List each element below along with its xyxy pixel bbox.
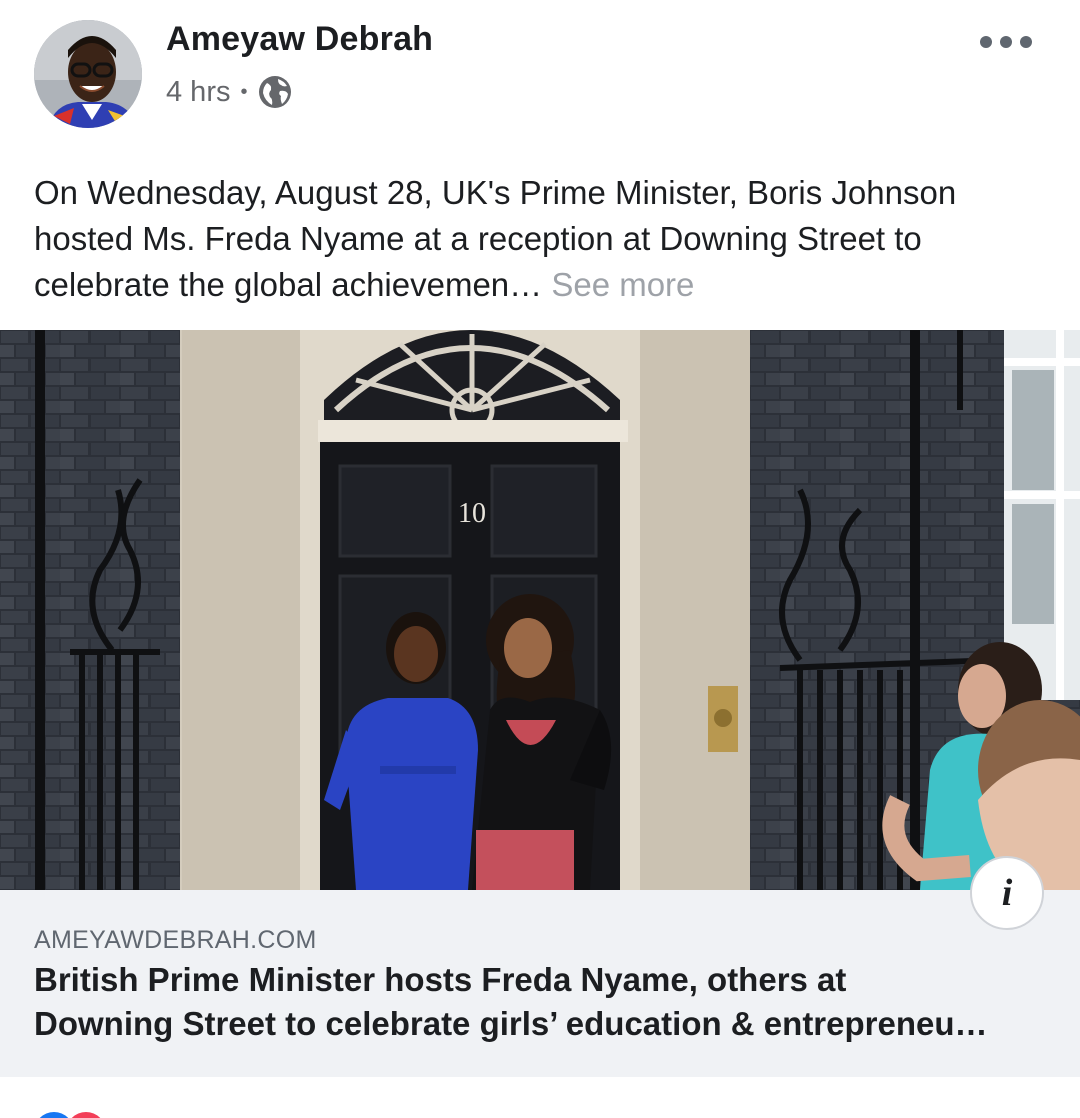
author-avatar[interactable] bbox=[34, 20, 142, 128]
post-header: Ameyaw Debrah 4 hrs • bbox=[0, 0, 1080, 150]
post-timestamp[interactable]: 4 hrs bbox=[166, 76, 230, 109]
more-dot bbox=[1020, 36, 1032, 48]
info-icon[interactable]: i bbox=[970, 856, 1044, 930]
link-title[interactable]: British Prime Minister hosts Freda Nyame… bbox=[34, 958, 1054, 1046]
post-photo[interactable]: 10 bbox=[0, 330, 1080, 890]
love-icon bbox=[66, 1112, 106, 1118]
reaction-summary[interactable] bbox=[34, 1110, 154, 1118]
more-options-button[interactable] bbox=[980, 28, 1032, 56]
post-meta: 4 hrs • bbox=[166, 74, 292, 110]
more-dot bbox=[1000, 36, 1012, 48]
link-domain: AMEYAWDEBRAH.COM bbox=[34, 926, 317, 954]
post-body: On Wednesday, August 28, UK's Prime Mini… bbox=[34, 174, 957, 303]
author-name[interactable]: Ameyaw Debrah bbox=[166, 20, 433, 59]
like-icon bbox=[34, 1112, 74, 1118]
avatar-image bbox=[34, 20, 142, 128]
globe-icon[interactable] bbox=[258, 75, 292, 109]
downing-street-photo: 10 bbox=[0, 330, 1080, 890]
more-dot bbox=[980, 36, 992, 48]
see-more-link[interactable]: See more bbox=[551, 266, 694, 303]
meta-separator: • bbox=[240, 80, 248, 103]
door-number: 10 bbox=[458, 498, 486, 529]
post-text: On Wednesday, August 28, UK's Prime Mini… bbox=[34, 170, 1044, 308]
link-preview[interactable]: AMEYAWDEBRAH.COM British Prime Minister … bbox=[0, 890, 1080, 1077]
